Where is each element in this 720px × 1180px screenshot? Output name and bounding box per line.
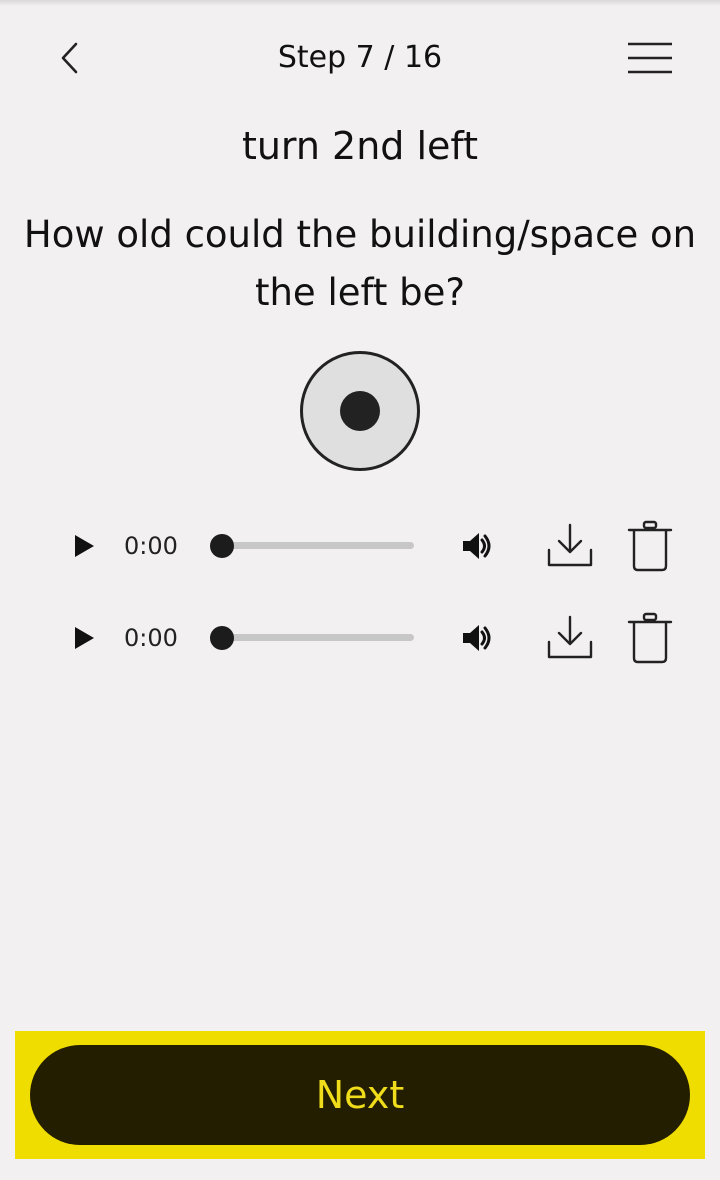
audio-player: 0:00 [0, 516, 720, 576]
download-button[interactable] [544, 610, 596, 664]
volume-button[interactable] [458, 530, 498, 562]
header: Step 7 / 16 [0, 22, 720, 94]
volume-button[interactable] [458, 622, 498, 654]
play-button[interactable] [66, 530, 102, 562]
footer-bar: Next [15, 1031, 705, 1159]
audio-player: 0:00 [0, 608, 720, 668]
instruction-text: turn 2nd left [241, 124, 479, 168]
record-button[interactable] [300, 351, 420, 471]
volume-icon [463, 625, 491, 651]
play-icon [75, 627, 94, 649]
delete-button[interactable] [624, 610, 676, 666]
current-time: 0:00 [124, 624, 178, 652]
download-icon [547, 615, 593, 659]
record-icon [340, 391, 380, 431]
delete-button[interactable] [624, 518, 676, 574]
hamburger-menu-icon [628, 42, 672, 74]
status-shadow [0, 0, 720, 6]
question-text: How old could the building/space on the … [23, 213, 697, 314]
current-time: 0:00 [124, 532, 178, 560]
progress-thumb[interactable] [210, 626, 234, 650]
play-icon [75, 535, 94, 557]
chevron-left-icon [61, 42, 78, 74]
trash-icon [627, 612, 673, 664]
download-button[interactable] [544, 518, 596, 572]
play-button[interactable] [66, 622, 102, 654]
progress-thumb[interactable] [210, 534, 234, 558]
volume-icon [463, 533, 491, 559]
trash-icon [627, 520, 673, 572]
progress-slider[interactable] [222, 542, 414, 549]
download-icon [547, 523, 593, 567]
progress-slider[interactable] [222, 634, 414, 641]
menu-button[interactable] [618, 36, 682, 80]
back-button[interactable] [44, 30, 96, 86]
next-button[interactable]: Next [30, 1045, 690, 1145]
step-indicator: Step 7 / 16 [277, 40, 443, 75]
